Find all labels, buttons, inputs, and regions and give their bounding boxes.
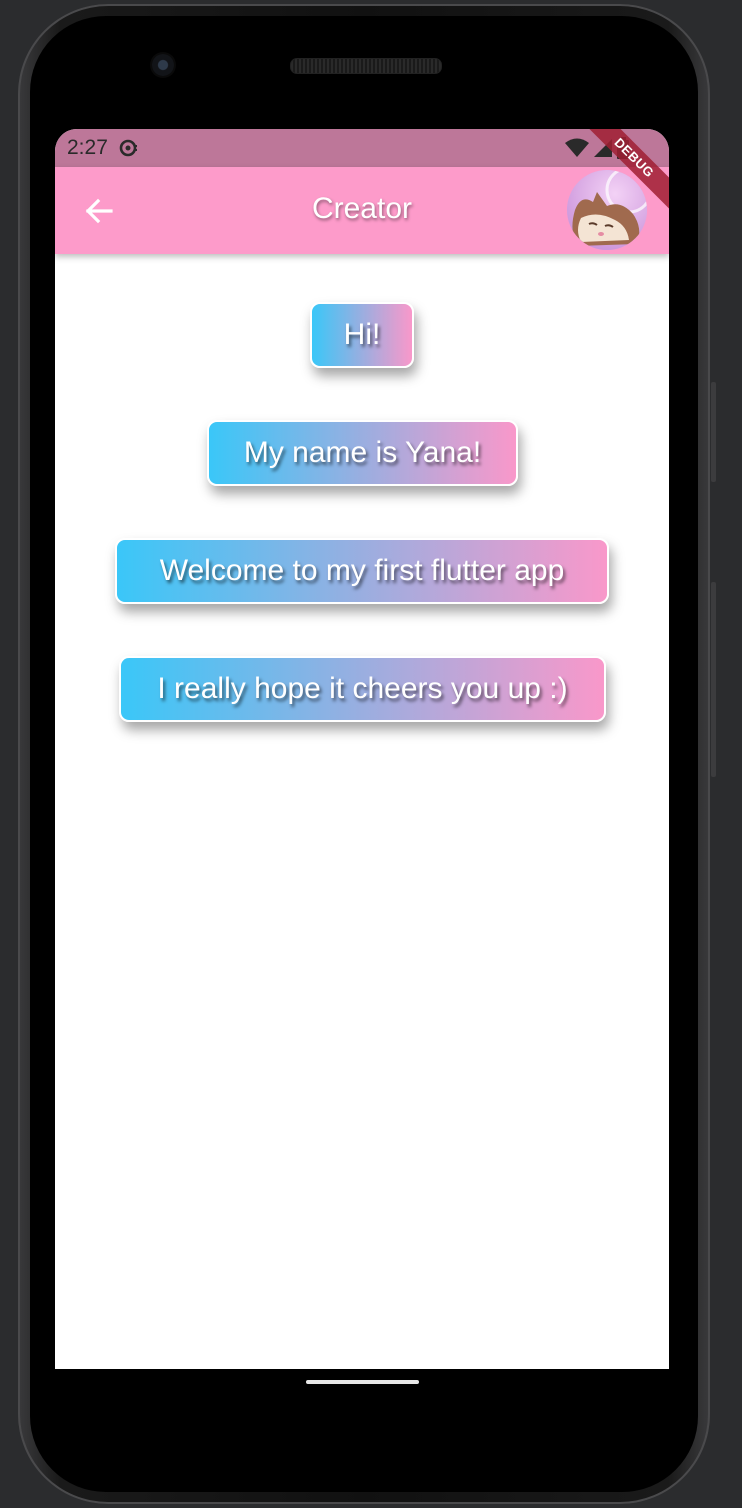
notification-icon xyxy=(119,139,137,157)
app-bar: Creator xyxy=(55,167,669,254)
message-list: Hi! My name is Yana! Welcome to my first… xyxy=(55,254,669,1369)
avatar[interactable] xyxy=(567,170,647,250)
earpiece-speaker xyxy=(290,58,442,74)
cat-avatar-icon xyxy=(567,170,647,250)
volume-button xyxy=(711,382,716,482)
status-bar: 2:27 xyxy=(55,129,669,167)
message-bubble: Hi! xyxy=(310,302,414,368)
wifi-icon xyxy=(565,138,589,157)
home-indicator[interactable] xyxy=(306,1380,419,1384)
power-button xyxy=(711,582,716,777)
app-screen: 2:27 Creator DEBUG Hi! My name is Yana! … xyxy=(55,129,669,1369)
message-bubble: My name is Yana! xyxy=(207,420,518,486)
message-bubble: Welcome to my first flutter app xyxy=(115,538,609,604)
front-camera xyxy=(152,54,174,76)
status-time: 2:27 xyxy=(67,136,108,159)
message-bubble: I really hope it cheers you up :) xyxy=(119,656,606,722)
